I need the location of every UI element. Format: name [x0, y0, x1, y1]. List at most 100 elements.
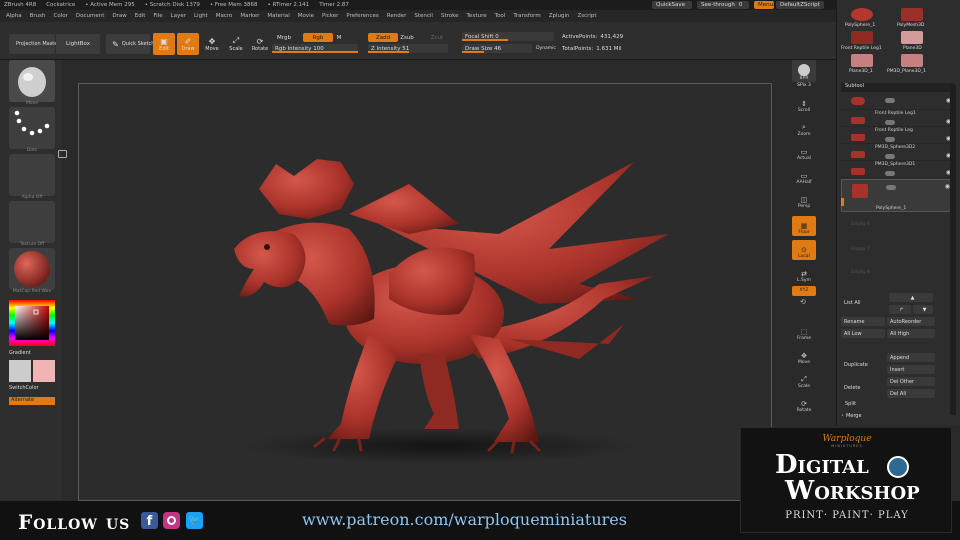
floor-button[interactable]: ▦ Floor [792, 216, 816, 236]
zcut-button[interactable]: Zcut [430, 33, 444, 42]
scroll-button[interactable]: ⇕ Scroll [792, 94, 816, 114]
quick-sketch-button[interactable]: ✎ Quick Sketch [106, 34, 154, 54]
material-thumbnail[interactable] [9, 248, 55, 290]
menu-color[interactable]: Color [54, 13, 68, 19]
menu-macro[interactable]: Macro [216, 13, 233, 19]
all-high-button[interactable]: All High [887, 329, 935, 338]
persp-button[interactable]: ◫ Persp [792, 190, 816, 210]
twitter-icon[interactable]: 🐦 [186, 512, 203, 529]
rename-button[interactable]: Rename [841, 317, 885, 326]
arrow-right-icon[interactable]: ↱ [889, 305, 911, 314]
scale-view-button[interactable]: ⤢ Scale [792, 370, 816, 390]
draw-size-slider[interactable]: Draw Size 46 [462, 44, 532, 53]
menu-zplugin[interactable]: Zplugin [549, 13, 570, 19]
menu-layer[interactable]: Layer [171, 13, 186, 19]
draw-button[interactable]: ✐ Draw [177, 33, 199, 55]
subtool-row[interactable]: PM3D_Sphere3D2 ◉ [841, 145, 955, 161]
tray-toggle-icon[interactable] [58, 150, 67, 158]
menu-picker[interactable]: Picker [322, 13, 338, 19]
menu-render[interactable]: Render [387, 13, 407, 19]
spix-readout[interactable]: SPix 3 [792, 83, 816, 88]
alpha-thumbnail[interactable] [9, 154, 55, 196]
polypaint-toggle-icon[interactable] [885, 98, 895, 103]
subtool-row[interactable]: Front Reptile Leg1 ◉ [841, 111, 955, 127]
move-view-button[interactable]: ✥ Move [792, 346, 816, 366]
subtool-header[interactable]: Subtool [841, 83, 955, 92]
local-button[interactable]: ⊙ Local [792, 240, 816, 260]
subtool-row[interactable]: PM3D_Sphere3D1 ◉ [841, 162, 955, 178]
scale-button[interactable]: ⤢ Scale [225, 33, 247, 55]
move-up-arrow-icon[interactable]: ▲ [889, 293, 933, 302]
xyz-button[interactable]: XYZ [792, 286, 816, 296]
menu-document[interactable]: Document [76, 13, 105, 19]
arrow-down-icon[interactable]: ▼ [913, 305, 933, 314]
color-picker[interactable] [9, 300, 55, 346]
zadd-button[interactable]: Zadd [368, 33, 398, 42]
patreon-url[interactable]: www.patreon.com/warploqueminiatures [302, 510, 627, 529]
canvas-viewport[interactable] [78, 83, 772, 501]
menus-button[interactable]: Menus [754, 1, 776, 9]
gyro-icon[interactable]: ⟲ [800, 298, 806, 306]
polypaint-toggle-icon[interactable] [885, 137, 895, 142]
alternate-button[interactable]: Alternate [9, 397, 55, 405]
polypaint-toggle-icon[interactable] [885, 154, 895, 159]
tool-thumb-pm3d-plane[interactable] [901, 54, 923, 67]
m-button[interactable]: M [334, 33, 344, 42]
menu-file[interactable]: File [153, 13, 162, 19]
menu-draw[interactable]: Draw [112, 13, 126, 19]
facebook-icon[interactable]: f [141, 512, 158, 529]
lightbox-button[interactable]: LightBox [56, 34, 100, 54]
switchcolor-button[interactable]: SwitchColor [9, 385, 39, 391]
z-intensity-slider[interactable]: Z Intensity 51 [368, 44, 448, 53]
bpr-button[interactable]: BPR [792, 60, 816, 82]
menu-edit[interactable]: Edit [135, 13, 146, 19]
menu-light[interactable]: Light [194, 13, 208, 19]
all-low-button[interactable]: All Low [841, 329, 885, 338]
main-color-swatch[interactable] [9, 360, 31, 382]
menu-tool[interactable]: Tool [495, 13, 506, 19]
mrgb-button[interactable]: Mrgb [272, 33, 296, 42]
subtool-row[interactable]: ◉ [841, 94, 955, 110]
focal-shift-slider[interactable]: Focal Shift 0 [462, 32, 554, 41]
texture-thumbnail[interactable] [9, 201, 55, 243]
menu-movie[interactable]: Movie [298, 13, 314, 19]
actual-button[interactable]: ▭ Actual [792, 142, 816, 162]
tool-thumb-plane3d-1[interactable] [851, 54, 873, 67]
aahalf-button[interactable]: ▭ AAHalf [792, 166, 816, 186]
edit-button[interactable]: ▣ Edit [153, 33, 175, 55]
tool-thumb-plane3d[interactable] [901, 31, 923, 44]
rotate-button[interactable]: ⟳ Rotate [249, 33, 271, 55]
tool-thumb-polysphere[interactable] [851, 8, 873, 21]
brush-thumbnail[interactable] [9, 60, 55, 102]
polypaint-toggle-icon[interactable] [885, 171, 895, 176]
dynamic-button[interactable]: Dynamic [535, 44, 557, 53]
menu-texture[interactable]: Texture [467, 13, 487, 19]
menu-stroke[interactable]: Stroke [441, 13, 459, 19]
lsym-button[interactable]: ⇄ L.Sym [792, 264, 816, 284]
projection-master-button[interactable]: Projection Master [9, 34, 59, 54]
delete-button[interactable]: Delete [841, 378, 885, 398]
autoreorder-button[interactable]: AutoReorder [887, 317, 935, 326]
subtool-row-selected[interactable]: PolySphere_1 ◉ [841, 179, 955, 212]
menu-zscript[interactable]: Zscript [577, 13, 596, 19]
list-all-button[interactable]: List All [841, 294, 883, 312]
rotate-view-button[interactable]: ⟳ Rotate [792, 394, 816, 414]
rgb-button[interactable]: Rgb [303, 33, 333, 42]
menu-preferences[interactable]: Preferences [346, 13, 378, 19]
zoom-button[interactable]: ⌕ Zoom [792, 118, 816, 138]
move-button[interactable]: ✥ Move [201, 33, 223, 55]
insert-button[interactable]: Insert [887, 365, 935, 374]
menu-brush[interactable]: Brush [30, 13, 46, 19]
tool-thumb-leg[interactable] [851, 31, 873, 44]
see-through-slider[interactable]: See-through 0 [697, 1, 749, 9]
subtool-row[interactable]: Front Reptile Leg ◉ [841, 128, 955, 144]
del-all-button[interactable]: Del All [887, 389, 935, 398]
merge-section[interactable]: • Merge [841, 413, 862, 419]
menu-stencil[interactable]: Stencil [414, 13, 433, 19]
stroke-thumbnail[interactable] [9, 107, 55, 149]
duplicate-button[interactable]: Duplicate [841, 355, 885, 375]
instagram-icon[interactable] [163, 512, 180, 529]
frame-button[interactable]: ⬚ Frame [792, 322, 816, 342]
secondary-color-swatch[interactable] [33, 360, 55, 382]
rgb-intensity-slider[interactable]: Rgb Intensity 100 [272, 44, 358, 53]
